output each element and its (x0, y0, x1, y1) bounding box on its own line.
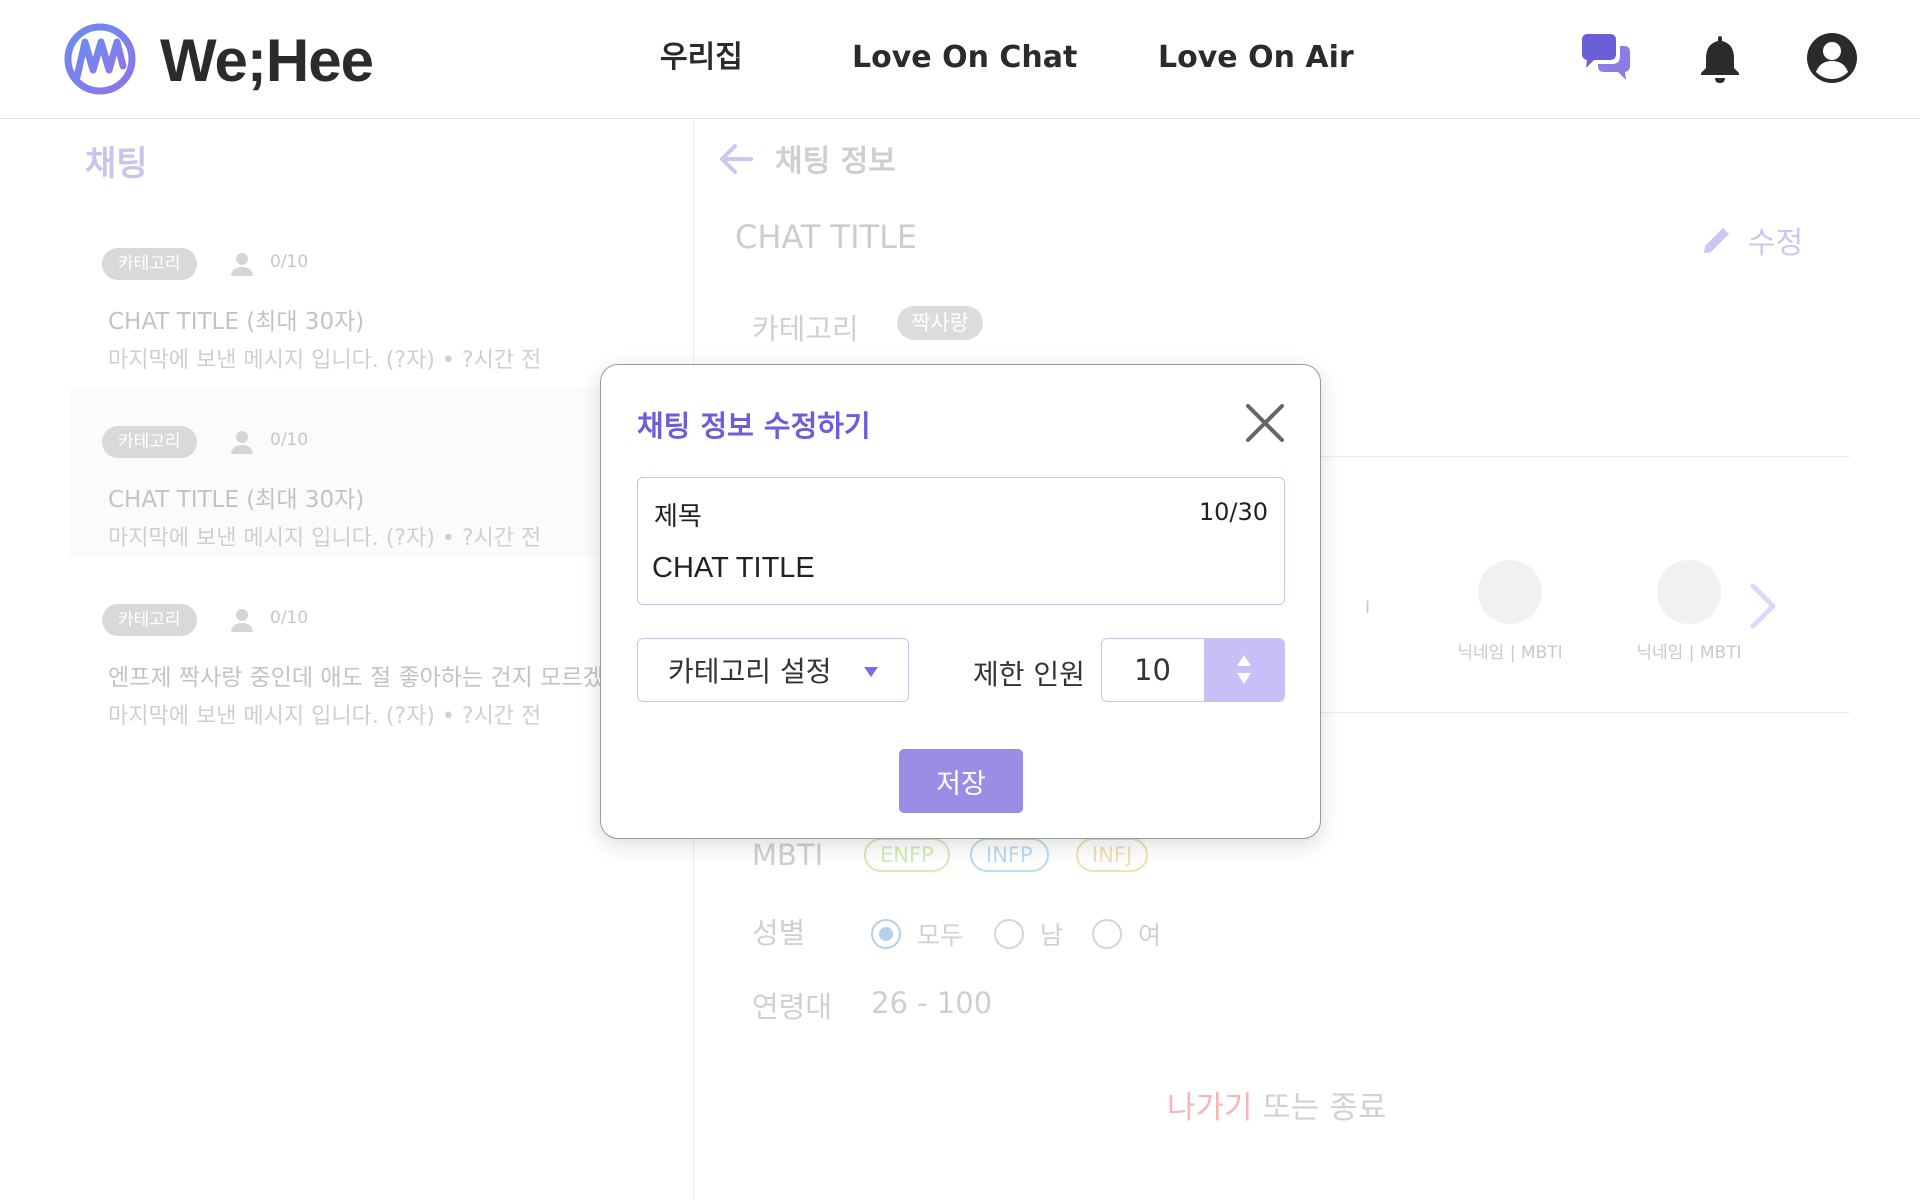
save-button[interactable]: 저장 (899, 749, 1023, 813)
radio-label: 모두 (917, 921, 964, 950)
or-end-text: 또는 종료 (1252, 1090, 1387, 1126)
person-icon (231, 431, 253, 454)
nav-home[interactable]: 우리집 (660, 36, 743, 80)
member-partial: I (1365, 598, 1405, 618)
edit-chat-info-modal: 채팅 정보 수정하기 제목 10/30 카테고리 설정 제한 인원 10 저장 (600, 364, 1321, 839)
limit-value[interactable]: 10 (1134, 653, 1171, 687)
member-name: 닉네임 | MBTI (1636, 643, 1742, 663)
chat-info-title: CHAT TITLE (735, 218, 918, 256)
user-circle-icon[interactable] (1804, 30, 1860, 86)
leave-link[interactable]: 나가기 (1167, 1090, 1253, 1126)
chat-item-last-message: 마지막에 보낸 메시지 입니다. (?자) • ?시간 전 (108, 704, 542, 729)
age-label: 연령대 (752, 990, 833, 1024)
limit-label: 제한 인원 (973, 658, 1085, 691)
member-name: 닉네임 | MBTI (1457, 643, 1563, 663)
limit-stepper[interactable]: 10 (1101, 638, 1285, 702)
dropdown-triangle-icon (864, 667, 878, 677)
member-partial-text: I (1365, 598, 1371, 618)
mbti-tag-enfp: ENFP (864, 838, 950, 872)
logo-text[interactable]: We;Hee (160, 26, 374, 96)
radio-label: 여 (1138, 921, 1162, 950)
radio-circle (871, 919, 901, 949)
category-select[interactable]: 카테고리 설정 (637, 638, 909, 702)
title-field-label: 제목 (654, 502, 702, 532)
gender-label: 성별 (752, 916, 806, 950)
chat-item-last-message: 마지막에 보낸 메시지 입니다. (?자) • ?시간 전 (108, 348, 542, 373)
age-range-value: 26 - 100 (871, 986, 993, 1020)
increment-arrow-icon[interactable] (1237, 655, 1251, 666)
title-field[interactable]: 제목 10/30 (637, 477, 1285, 605)
leave-or-end: 나가기 또는 종료 (1167, 1082, 1386, 1127)
member-avatar (1657, 560, 1721, 624)
gender-radio-male[interactable]: 남 (994, 916, 1063, 952)
nav-love-on-chat[interactable]: Love On Chat (852, 36, 1077, 80)
member-item[interactable]: 닉네임 | MBTI (1629, 560, 1749, 663)
member-item[interactable]: 닉네임 | MBTI (1450, 560, 1570, 663)
pencil-icon (1704, 228, 1729, 253)
chat-bubbles-icon[interactable] (1578, 30, 1634, 86)
close-icon[interactable] (1243, 401, 1287, 445)
participant-count: 0/10 (270, 608, 309, 628)
chat-item-title: CHAT TITLE (최대 30자) (108, 309, 365, 335)
chat-list-item[interactable]: 카테고리 0/10 CHAT TITLE (최대 30자) 마지막에 보낸 메시… (70, 210, 600, 380)
category-badge: 카테고리 (102, 426, 197, 458)
chat-item-last-message: 마지막에 보낸 메시지 입니다. (?자) • ?시간 전 (108, 526, 542, 551)
person-icon (231, 609, 253, 632)
decrement-arrow-icon[interactable] (1237, 673, 1251, 684)
mbti-label: MBTI (752, 838, 824, 872)
participant-count: 0/10 (270, 430, 309, 450)
stepper-arrows[interactable] (1204, 639, 1284, 701)
edit-label: 수정 (1748, 226, 1804, 261)
nav-love-on-air[interactable]: Love On Air (1158, 36, 1354, 80)
mbti-tag-infj: INFJ (1076, 838, 1149, 872)
radio-circle (1092, 919, 1122, 949)
bell-icon[interactable] (1692, 30, 1748, 86)
gender-radio-all[interactable]: 모두 (871, 916, 963, 952)
chat-info-header: 채팅 정보 (775, 144, 896, 179)
chat-list: 카테고리 0/10 CHAT TITLE (최대 30자) 마지막에 보낸 메시… (0, 120, 600, 1200)
title-input[interactable] (652, 546, 1262, 590)
edit-button[interactable]: 수정 (1700, 218, 1803, 262)
category-value-badge: 짝사랑 (897, 306, 983, 340)
chevron-right-icon[interactable] (1745, 580, 1781, 632)
gender-radio-female[interactable]: 여 (1092, 916, 1161, 952)
radio-label: 남 (1040, 921, 1064, 950)
title-char-count: 10/30 (1198, 498, 1268, 526)
mbti-tag-infp: INFP (970, 838, 1049, 872)
radio-circle (994, 919, 1024, 949)
modal-title: 채팅 정보 수정하기 (637, 409, 871, 443)
chat-item-title: CHAT TITLE (최대 30자) (108, 487, 365, 513)
member-avatar (1478, 560, 1542, 624)
category-badge: 카테고리 (102, 248, 197, 280)
top-header: We;Hee 우리집 Love On Chat Love On Air (0, 0, 1920, 119)
person-icon (231, 253, 253, 276)
chat-list-item[interactable]: 카테고리 0/10 CHAT TITLE (최대 30자) 마지막에 보낸 메시… (70, 388, 600, 558)
chat-list-panel: 채팅 카테고리 0/10 CHAT TITLE (최대 30자) 마지막에 보낸… (0, 120, 694, 1200)
chat-item-title: 엔프제 짝사랑 중인데 애도 절 좋아하는 건지 모르겠어 (108, 665, 600, 691)
chat-list-item[interactable]: 카테고리 0/10 엔프제 짝사랑 중인데 애도 절 좋아하는 건지 모르겠어 … (70, 566, 600, 736)
back-arrow-icon[interactable] (717, 142, 755, 176)
category-label: 카테고리 (752, 312, 859, 346)
wehee-logo-icon[interactable] (63, 22, 137, 96)
category-select-label: 카테고리 설정 (668, 655, 832, 688)
category-badge: 카테고리 (102, 604, 197, 636)
participant-count: 0/10 (270, 252, 309, 272)
